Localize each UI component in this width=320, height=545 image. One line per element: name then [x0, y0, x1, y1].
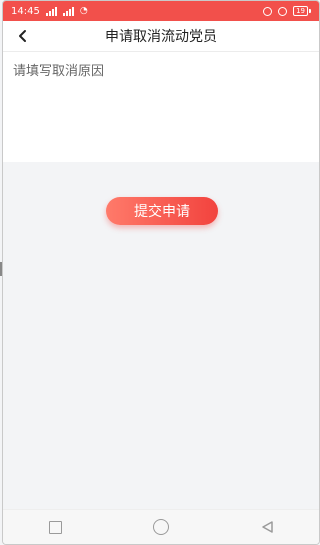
triangle-back-icon[interactable]: [260, 520, 274, 534]
battery-level: 19: [293, 6, 308, 16]
cancel-reason-input[interactable]: 请填写取消原因: [3, 52, 319, 162]
status-bar: 14:45 ◔ 19: [3, 1, 319, 21]
phone-screen: 14:45 ◔ 19 申请取消流动党员 请填写取消原因 提交申请: [2, 0, 320, 545]
signal-icon: [45, 6, 57, 16]
cancel-reason-placeholder: 请填写取消原因: [13, 64, 105, 79]
status-time: 14:45: [11, 5, 40, 17]
wifi-icon: ◔: [79, 6, 88, 16]
submit-application-button[interactable]: 提交申请: [106, 197, 218, 225]
page-title: 申请取消流动党员: [105, 29, 217, 45]
circle-icon[interactable]: [152, 519, 169, 535]
system-navigation-bar: [3, 509, 319, 544]
signal-icon-2: [62, 6, 74, 16]
navigation-bar: 申请取消流动党员: [3, 21, 319, 52]
battery-icon: 19: [293, 6, 311, 16]
alarm-icon: [263, 6, 273, 16]
chevron-left-icon[interactable]: [15, 28, 31, 44]
square-icon[interactable]: [48, 520, 62, 534]
sync-icon: [278, 6, 288, 16]
